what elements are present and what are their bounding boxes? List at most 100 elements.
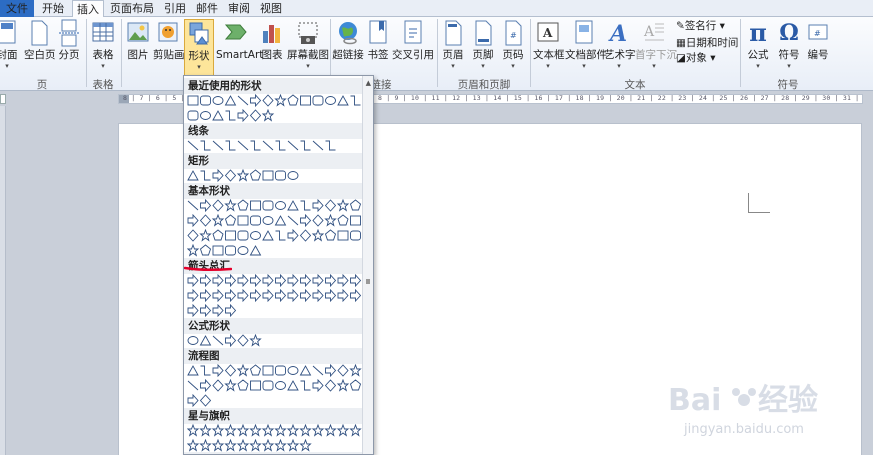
shape-thumbnail[interactable]	[299, 365, 312, 376]
shape-thumbnail[interactable]	[262, 94, 274, 107]
shape-row[interactable]	[187, 424, 365, 439]
shape-thumbnail[interactable]	[237, 334, 249, 347]
shape-thumbnail[interactable]	[224, 214, 237, 226]
shape-thumbnail[interactable]	[325, 289, 337, 303]
shape-row[interactable]	[187, 304, 365, 319]
clipart-button[interactable]: 剪贴画	[153, 19, 185, 62]
shape-thumbnail[interactable]	[211, 214, 225, 227]
shape-row[interactable]	[187, 199, 365, 214]
shape-thumbnail[interactable]	[312, 199, 324, 213]
shape-thumbnail[interactable]	[187, 229, 199, 242]
shape-row[interactable]	[187, 364, 365, 379]
shape-thumbnail[interactable]	[187, 365, 199, 376]
shape-thumbnail[interactable]	[324, 379, 337, 392]
shape-thumbnail[interactable]	[261, 109, 275, 122]
shape-thumbnail[interactable]	[187, 200, 199, 211]
shape-thumbnail[interactable]	[274, 424, 287, 437]
shape-thumbnail[interactable]	[262, 380, 274, 391]
shape-thumbnail[interactable]	[275, 140, 286, 151]
shape-thumbnail[interactable]	[287, 274, 299, 288]
shape-thumbnail[interactable]	[300, 95, 311, 106]
shape-thumbnail[interactable]	[225, 304, 237, 318]
shape-thumbnail[interactable]	[287, 171, 299, 180]
smartart-button[interactable]: SmartArt	[216, 19, 263, 62]
shape-thumbnail[interactable]	[337, 95, 349, 106]
shape-thumbnail[interactable]	[200, 289, 212, 303]
shape-thumbnail[interactable]	[275, 170, 286, 181]
shape-thumbnail[interactable]	[187, 394, 199, 408]
shape-thumbnail[interactable]	[325, 274, 337, 288]
shape-thumbnail[interactable]	[311, 229, 325, 242]
shape-thumbnail[interactable]	[299, 424, 312, 437]
shape-thumbnail[interactable]	[262, 274, 274, 288]
shape-row[interactable]	[187, 334, 365, 349]
shape-thumbnail[interactable]	[212, 379, 224, 392]
shape-thumbnail[interactable]	[250, 274, 262, 288]
shape-thumbnail[interactable]	[287, 94, 299, 106]
page-number-button[interactable]: # 页码 ▾	[500, 19, 526, 70]
shape-thumbnail[interactable]	[224, 364, 237, 377]
shape-thumbnail[interactable]	[336, 424, 350, 437]
shape-thumbnail[interactable]	[212, 364, 224, 378]
vertical-ruler[interactable]	[0, 106, 6, 455]
shape-thumbnail[interactable]	[249, 334, 262, 347]
shape-thumbnail[interactable]	[211, 439, 225, 452]
shape-thumbnail[interactable]	[224, 169, 237, 182]
shape-thumbnail[interactable]	[261, 439, 275, 452]
shape-thumbnail[interactable]	[312, 379, 324, 393]
page-break-button[interactable]: 分页	[56, 19, 82, 62]
shape-thumbnail[interactable]	[200, 199, 212, 213]
shape-thumbnail[interactable]	[349, 199, 362, 211]
shape-thumbnail[interactable]	[349, 424, 362, 437]
shape-thumbnail[interactable]	[236, 439, 250, 452]
shape-thumbnail[interactable]	[200, 140, 211, 151]
scroll-up-icon[interactable]: ▲	[366, 79, 371, 87]
bookmark-button[interactable]: 书签	[366, 19, 390, 62]
shape-thumbnail[interactable]	[187, 424, 200, 437]
shape-thumbnail[interactable]	[249, 169, 262, 181]
shape-thumbnail[interactable]	[324, 199, 337, 212]
shape-thumbnail[interactable]	[325, 96, 336, 105]
shape-thumbnail[interactable]	[225, 245, 236, 256]
shape-thumbnail[interactable]	[237, 199, 249, 211]
shape-thumbnail[interactable]	[337, 230, 349, 241]
shape-thumbnail[interactable]	[249, 245, 262, 256]
shape-thumbnail[interactable]	[300, 214, 312, 228]
shape-thumbnail[interactable]	[236, 169, 250, 182]
shape-thumbnail[interactable]	[287, 366, 299, 375]
shape-thumbnail[interactable]	[287, 289, 299, 303]
shape-thumbnail[interactable]	[262, 200, 274, 211]
shape-row[interactable]	[187, 214, 365, 229]
shape-thumbnail[interactable]	[199, 214, 212, 227]
shape-thumbnail[interactable]	[237, 289, 249, 303]
shape-thumbnail[interactable]	[199, 229, 212, 242]
shape-row[interactable]	[187, 244, 365, 259]
shape-thumbnail[interactable]	[275, 289, 287, 303]
cover-page-button[interactable]: 封面 ▾	[0, 19, 20, 70]
shape-thumbnail[interactable]	[199, 394, 212, 407]
picture-button[interactable]: 图片	[124, 19, 152, 62]
shape-thumbnail[interactable]	[275, 381, 286, 390]
shape-thumbnail[interactable]	[237, 379, 249, 391]
shape-thumbnail[interactable]	[187, 289, 199, 303]
shape-thumbnail[interactable]	[337, 214, 349, 226]
shape-thumbnail[interactable]	[262, 170, 274, 181]
shape-row[interactable]	[187, 169, 365, 184]
shape-thumbnail[interactable]	[336, 379, 350, 392]
shape-thumbnail[interactable]	[225, 289, 237, 303]
shape-thumbnail[interactable]	[212, 96, 224, 105]
shape-thumbnail[interactable]	[212, 169, 224, 183]
shape-thumbnail[interactable]	[224, 379, 237, 392]
shape-thumbnail[interactable]	[225, 230, 236, 241]
shape-thumbnail[interactable]	[312, 365, 324, 376]
shape-thumbnail[interactable]	[262, 216, 274, 225]
shape-thumbnail[interactable]	[212, 289, 224, 303]
tab-view[interactable]: 视图	[256, 0, 286, 17]
shape-thumbnail[interactable]	[250, 289, 262, 303]
screenshot-button[interactable]: 屏幕截图 ▾	[287, 19, 329, 70]
shape-thumbnail[interactable]	[250, 380, 261, 391]
shape-thumbnail[interactable]	[187, 336, 199, 345]
shape-row[interactable]	[187, 94, 365, 109]
blank-page-button[interactable]: 空白页	[24, 19, 56, 62]
shape-thumbnail[interactable]	[324, 424, 337, 437]
